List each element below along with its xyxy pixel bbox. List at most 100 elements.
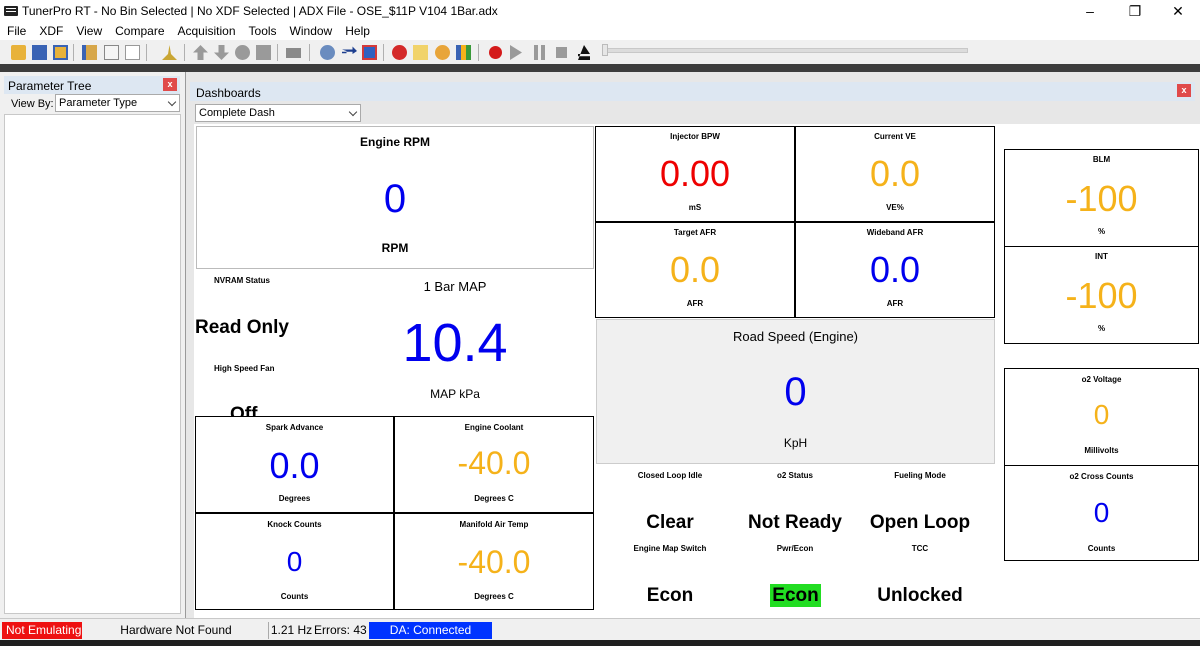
gauge-label: Knock Counts bbox=[267, 520, 322, 529]
gauge-unit: Counts bbox=[1087, 544, 1116, 553]
engine-map-switch-value: Econ bbox=[646, 585, 694, 606]
view-by-label: View By: bbox=[11, 98, 54, 110]
gauge-value: 0 bbox=[286, 546, 303, 577]
gauge-engine-coolant[interactable]: Engine Coolant -40.0 Degrees C bbox=[394, 416, 594, 513]
gauge-label: Spark Advance bbox=[265, 423, 324, 432]
gauge-int[interactable]: INT -100 % bbox=[1004, 246, 1199, 344]
menu-compare[interactable]: Compare bbox=[108, 22, 170, 40]
menu-window[interactable]: Window bbox=[283, 22, 339, 40]
stop-icon[interactable] bbox=[556, 47, 567, 58]
chevron-down-icon bbox=[348, 107, 358, 117]
closed-loop-idle-label: Closed Loop Idle bbox=[637, 471, 703, 480]
minimize-button[interactable]: – bbox=[1068, 0, 1112, 22]
close-button[interactable]: ✕ bbox=[1156, 0, 1200, 22]
gauge-unit: Degrees C bbox=[474, 494, 514, 503]
error-count: Errors: 43 bbox=[314, 623, 367, 637]
playback-slider-thumb[interactable] bbox=[602, 44, 608, 56]
document-icon[interactable] bbox=[104, 45, 119, 60]
menu-help[interactable]: Help bbox=[338, 22, 376, 40]
gauge-value: 0 bbox=[1093, 399, 1110, 430]
notes-icon[interactable] bbox=[413, 45, 428, 60]
gauge-target-afr[interactable]: Target AFR 0.0 AFR bbox=[595, 222, 795, 318]
play-icon[interactable] bbox=[510, 45, 522, 60]
gauge-value: -100 bbox=[1065, 178, 1138, 219]
gauge-value: 0.0 bbox=[269, 445, 320, 486]
gauge-value: 0.0 bbox=[669, 249, 721, 290]
menu-view[interactable]: View bbox=[69, 22, 108, 40]
menu-bar: File XDF View Compare Acquisition Tools … bbox=[0, 22, 1200, 40]
sample-rate: 1.21 Hz bbox=[268, 622, 314, 639]
menu-file[interactable]: File bbox=[0, 22, 32, 40]
gauge-label: Manifold Air Temp bbox=[459, 520, 529, 529]
o2-status-value: Not Ready bbox=[748, 512, 842, 533]
chip-icon[interactable] bbox=[286, 48, 301, 58]
gauge-label: Target AFR bbox=[673, 228, 717, 237]
arrow-up-icon[interactable] bbox=[193, 45, 208, 60]
menu-xdf[interactable]: XDF bbox=[32, 22, 69, 40]
title-bar: TunerPro RT - No Bin Selected | No XDF S… bbox=[0, 0, 1200, 22]
dash-select[interactable]: Complete Dash bbox=[195, 104, 361, 122]
parameter-tree-list[interactable] bbox=[4, 114, 181, 614]
tool-icon[interactable] bbox=[162, 45, 177, 60]
gauge-o2-cross-counts[interactable]: o2 Cross Counts 0 Counts bbox=[1004, 465, 1199, 561]
parameter-tree-close-icon[interactable]: x bbox=[163, 78, 177, 91]
gauge-unit: Counts bbox=[280, 592, 309, 601]
high-speed-fan-indicator: Off bbox=[195, 396, 265, 416]
save-icon[interactable] bbox=[32, 45, 47, 60]
hardware-status: Hardware Not Found bbox=[120, 623, 232, 637]
open-save-icon[interactable] bbox=[53, 45, 68, 60]
gauge-road-speed[interactable]: Road Speed (Engine) 0 KpH bbox=[596, 319, 995, 464]
parameter-tree-title: Parameter Tree bbox=[8, 79, 92, 93]
eject-icon[interactable] bbox=[578, 45, 590, 60]
tcc-label: TCC bbox=[911, 544, 929, 553]
compare-icon[interactable] bbox=[82, 45, 97, 60]
nvram-status-label: NVRAM Status bbox=[214, 276, 271, 285]
new-document-icon[interactable] bbox=[125, 45, 140, 60]
gauge-manifold-air-temp[interactable]: Manifold Air Temp -40.0 Degrees C bbox=[394, 513, 594, 610]
gauge-unit: % bbox=[1097, 227, 1106, 236]
gauge-label: INT bbox=[1095, 252, 1108, 261]
playback-slider[interactable] bbox=[604, 48, 968, 53]
high-speed-fan-label: High Speed Fan bbox=[214, 364, 275, 373]
record-datalog-icon[interactable] bbox=[392, 45, 407, 60]
high-speed-fan-value: Off bbox=[230, 404, 258, 416]
record-icon[interactable] bbox=[489, 46, 502, 59]
gauge-current-ve[interactable]: Current VE 0.0 VE% bbox=[795, 126, 995, 222]
circle-icon[interactable] bbox=[235, 45, 250, 60]
maximize-button[interactable]: ❐ bbox=[1113, 0, 1157, 22]
gauge-spark-advance[interactable]: Spark Advance 0.0 Degrees bbox=[195, 416, 394, 513]
tunerpro-app: TunerPro RT - No Bin Selected | No XDF S… bbox=[0, 0, 1200, 646]
gauge-injector-bpw[interactable]: Injector BPW 0.00 mS bbox=[595, 126, 795, 222]
bar-chart-icon[interactable] bbox=[456, 45, 471, 60]
gauge-knock-counts[interactable]: Knock Counts 0 Counts bbox=[195, 513, 394, 610]
menu-acquisition[interactable]: Acquisition bbox=[171, 22, 242, 40]
gauge-map[interactable]: 1 Bar MAP 10.4 MAP kPa bbox=[340, 272, 570, 412]
transfer-arrows-icon[interactable] bbox=[342, 46, 357, 54]
gauge-wideband-afr[interactable]: Wideband AFR 0.0 AFR bbox=[795, 222, 995, 318]
gauge-icon[interactable] bbox=[435, 45, 450, 60]
arrow-down-icon[interactable] bbox=[214, 45, 229, 60]
view-by-select[interactable]: Parameter Type bbox=[55, 94, 180, 112]
copy-icon[interactable] bbox=[256, 45, 271, 60]
gauge-blm[interactable]: BLM -100 % bbox=[1004, 149, 1199, 247]
dashboards-header: Dashboards bbox=[190, 82, 1195, 101]
connect-icon[interactable] bbox=[320, 45, 335, 60]
emulate-icon[interactable] bbox=[362, 45, 377, 60]
gauge-value: -40.0 bbox=[457, 544, 531, 580]
parameter-tree-panel: Parameter Tree x View By: Parameter Type bbox=[0, 72, 186, 618]
gauge-value: 10.4 bbox=[402, 313, 508, 373]
gauge-unit: Degrees C bbox=[474, 592, 514, 601]
window-title: TunerPro RT - No Bin Selected | No XDF S… bbox=[22, 4, 498, 18]
gauge-value: -40.0 bbox=[457, 445, 531, 481]
gauge-label: Injector BPW bbox=[670, 132, 720, 141]
view-by-value: Parameter Type bbox=[59, 97, 138, 109]
emulation-status: Not Emulating bbox=[2, 622, 82, 639]
gauge-o2-voltage[interactable]: o2 Voltage 0 Millivolts bbox=[1004, 368, 1199, 466]
dashboards-close-icon[interactable]: x bbox=[1177, 84, 1191, 97]
open-folder-icon[interactable] bbox=[11, 45, 26, 60]
gauge-engine-rpm[interactable]: Engine RPM 0 RPM bbox=[196, 126, 594, 269]
menu-tools[interactable]: Tools bbox=[242, 22, 283, 40]
gauge-label: 1 Bar MAP bbox=[423, 279, 487, 294]
gauge-label: o2 Voltage bbox=[1081, 375, 1122, 384]
pause-icon[interactable] bbox=[534, 45, 545, 60]
